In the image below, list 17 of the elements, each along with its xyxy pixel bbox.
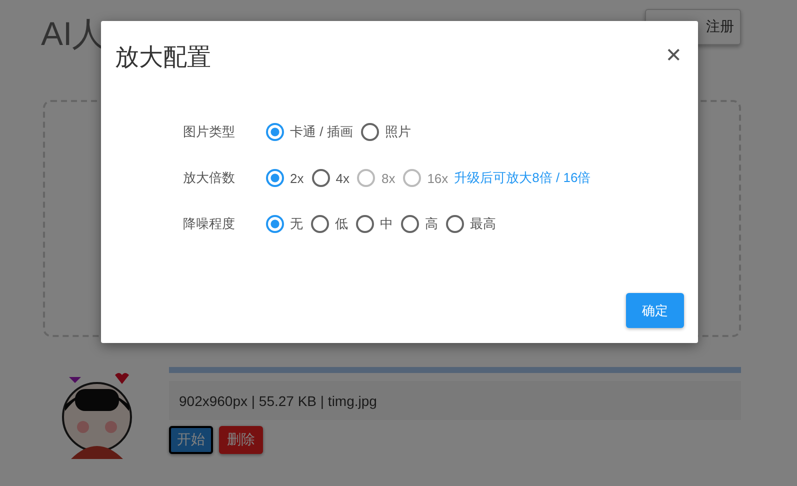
field-label: 降噪程度 [183, 215, 236, 233]
close-button[interactable]: ✕ [665, 41, 682, 69]
radio-option[interactable]: 高 [401, 215, 438, 233]
dialog-title: 放大配置 [115, 43, 211, 73]
radio-option[interactable]: 最高 [446, 215, 496, 233]
radio-option[interactable]: 4x [312, 169, 350, 187]
upgrade-hint: 升级后可放大8倍 / 16倍 [454, 169, 591, 187]
radio-option[interactable]: 2x [266, 169, 304, 187]
radio-option[interactable]: 低 [311, 215, 348, 233]
page-title: AI人 [41, 14, 106, 54]
field-label: 图片类型 [183, 123, 236, 141]
field-label: 放大倍数 [183, 169, 236, 187]
radio-option[interactable]: 照片 [360, 123, 411, 141]
radio-option[interactable]: 中 [356, 215, 393, 233]
radio-option[interactable]: 无 [266, 215, 303, 233]
file-info: 902x960px | 55.27 KB | timg.jpg [179, 392, 377, 408]
radio-option[interactable]: 卡通 / 插画 [266, 123, 353, 141]
